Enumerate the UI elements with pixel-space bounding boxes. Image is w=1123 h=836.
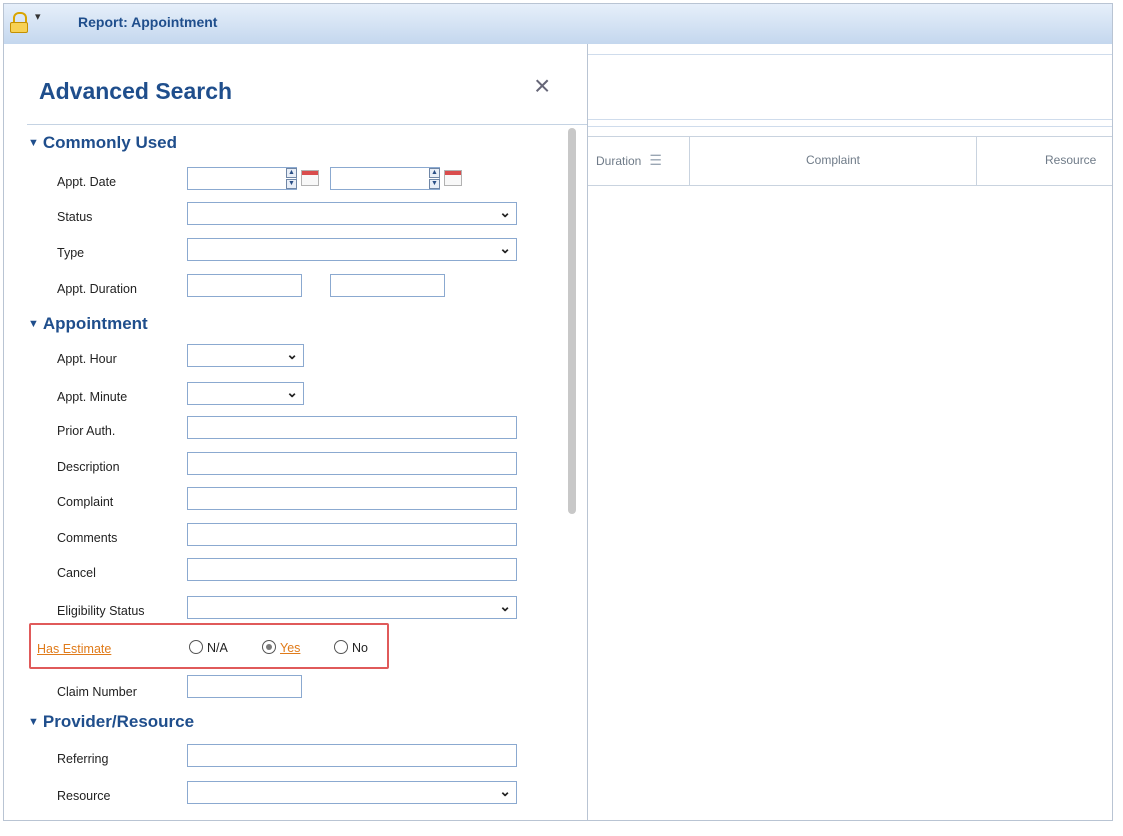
section-appointment-label: Appointment <box>42 314 148 333</box>
section-commonly-used[interactable]: ▼ Commonly Used <box>28 133 177 153</box>
advanced-search-panel: Advanced Search × ▼ Commonly Used Appt. D… <box>4 44 588 820</box>
prior-auth-label: Prior Auth. <box>57 424 116 438</box>
referring-input[interactable] <box>187 744 517 767</box>
eligibility-status-label: Eligibility Status <box>57 604 145 618</box>
radio-na-label: N/A <box>207 641 228 655</box>
date-spinner[interactable]: ▲ ▼ <box>429 168 440 190</box>
window-title: Report: Appointment <box>78 14 218 30</box>
title-bar: ▾ Report: Appointment <box>4 4 1112 45</box>
column-menu-icon[interactable]: ☰ <box>649 137 662 183</box>
appt-date-to-input[interactable]: ▲ ▼ <box>330 167 440 190</box>
appt-hour-label: Appt. Hour <box>57 352 117 366</box>
appt-duration-label: Appt. Duration <box>57 282 137 296</box>
cancel-input[interactable] <box>187 558 517 581</box>
type-label: Type <box>57 246 85 260</box>
appt-hour-select[interactable]: ⌄ <box>187 344 304 367</box>
section-appointment[interactable]: ▼ Appointment <box>28 314 148 334</box>
header-divider <box>27 124 587 125</box>
description-input[interactable] <box>187 452 517 475</box>
complaint-label: Complaint <box>57 495 114 509</box>
column-complaint[interactable]: Complaint <box>690 137 977 185</box>
close-icon[interactable]: × <box>534 70 550 102</box>
calendar-icon[interactable] <box>444 170 462 186</box>
radio-na[interactable] <box>189 640 203 654</box>
chevron-down-icon: ▼ <box>28 716 39 728</box>
status-label: Status <box>57 210 93 224</box>
chevron-down-icon: ⌄ <box>286 346 298 362</box>
report-area: Duration ☰ Complaint Resource <box>588 44 1112 820</box>
chevron-down-icon: ⌄ <box>286 384 298 400</box>
has-estimate-link[interactable]: Has Estimate <box>37 642 111 656</box>
column-resource-label: Resource <box>1045 153 1097 167</box>
chevron-down-icon: ⌄ <box>499 598 511 614</box>
chevron-down-icon: ⌄ <box>499 783 511 799</box>
comments-label: Comments <box>57 531 118 545</box>
appt-date-from-input[interactable]: ▲ ▼ <box>187 167 297 190</box>
type-select[interactable]: ⌄ <box>187 238 517 261</box>
comments-input[interactable] <box>187 523 517 546</box>
caret-down-icon[interactable]: ▾ <box>35 10 41 23</box>
panel-title: Advanced Search <box>39 78 233 104</box>
grid-header: Duration ☰ Complaint Resource <box>588 136 1112 186</box>
column-duration-label: Duration <box>596 154 642 168</box>
date-spinner[interactable]: ▲ ▼ <box>286 168 297 190</box>
radio-no-label: No <box>352 641 368 655</box>
section-provider-resource[interactable]: ▼ Provider/Resource <box>28 712 194 732</box>
appt-duration-from-input[interactable] <box>187 274 302 297</box>
section-commonly-used-label: Commonly Used <box>42 133 178 152</box>
report-toolbar <box>588 54 1112 120</box>
chevron-down-icon: ⌄ <box>499 240 511 256</box>
claim-number-label: Claim Number <box>57 685 137 699</box>
claim-number-input[interactable] <box>187 675 302 698</box>
eligibility-status-select[interactable]: ⌄ <box>187 596 517 619</box>
cancel-label: Cancel <box>57 566 96 580</box>
prior-auth-input[interactable] <box>187 416 517 439</box>
calendar-icon[interactable] <box>301 170 319 186</box>
column-duration[interactable]: Duration ☰ <box>588 137 690 185</box>
section-provider-resource-label: Provider/Resource <box>42 712 195 731</box>
appt-duration-to-input[interactable] <box>330 274 445 297</box>
chevron-down-icon: ⌄ <box>499 204 511 220</box>
chevron-down-icon: ▼ <box>28 137 39 149</box>
toolbar-divider <box>588 122 1112 127</box>
app-window: ▾ Report: Appointment Duration ☰ Complain… <box>3 3 1113 821</box>
lock-icon[interactable] <box>10 12 28 34</box>
resource-label: Resource <box>57 789 111 803</box>
chevron-down-icon: ▼ <box>28 318 39 330</box>
radio-yes-label[interactable]: Yes <box>280 641 300 655</box>
complaint-input[interactable] <box>187 487 517 510</box>
appt-date-label: Appt. Date <box>57 175 117 189</box>
radio-yes[interactable] <box>262 640 276 654</box>
resource-select[interactable]: ⌄ <box>187 781 517 804</box>
panel-scrollbar[interactable] <box>568 128 576 514</box>
description-label: Description <box>57 460 120 474</box>
column-resource[interactable]: Resource <box>977 137 1112 185</box>
column-complaint-label: Complaint <box>805 153 861 167</box>
referring-label: Referring <box>57 752 109 766</box>
appt-minute-label: Appt. Minute <box>57 390 128 404</box>
status-select[interactable]: ⌄ <box>187 202 517 225</box>
appt-minute-select[interactable]: ⌄ <box>187 382 304 405</box>
radio-no[interactable] <box>334 640 348 654</box>
